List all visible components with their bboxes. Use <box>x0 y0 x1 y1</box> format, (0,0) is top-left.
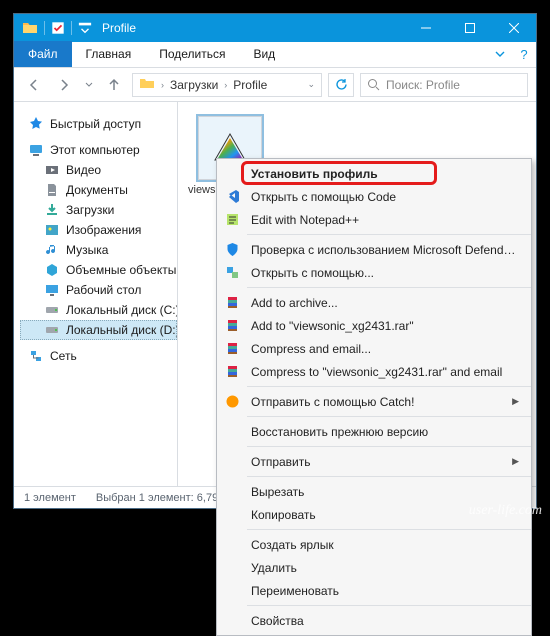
history-dropdown[interactable] <box>82 73 96 97</box>
ctx-restore-version[interactable]: Восстановить прежнюю версию <box>217 420 531 443</box>
chevron-right-icon: › <box>161 80 164 90</box>
desktop-icon <box>44 282 60 298</box>
minimize-button[interactable] <box>404 14 448 42</box>
ctx-shortcut[interactable]: Создать ярлык <box>217 533 531 556</box>
breadcrumb-seg[interactable]: Profile <box>233 78 267 92</box>
search-icon <box>367 78 380 91</box>
breadcrumb-seg[interactable]: Загрузки <box>170 78 218 92</box>
nav-desktop[interactable]: Рабочий стол <box>20 280 177 300</box>
checkbox-icon[interactable] <box>51 21 65 35</box>
dropdown-icon[interactable] <box>78 21 92 35</box>
doc-icon <box>44 182 60 198</box>
status-count: 1 элемент <box>24 492 76 504</box>
back-button[interactable] <box>22 73 46 97</box>
music-icon <box>44 242 60 258</box>
address-bar: › Загрузки › Profile ⌄ Поиск: Profile <box>14 68 536 102</box>
nav-downloads[interactable]: Загрузки <box>20 200 177 220</box>
forward-button[interactable] <box>52 73 76 97</box>
close-button[interactable] <box>492 14 536 42</box>
watermark: user-life.com <box>469 503 542 519</box>
up-button[interactable] <box>102 73 126 97</box>
openwith-icon <box>223 264 241 282</box>
ribbon-tabs: Файл Главная Поделиться Вид ? <box>14 42 536 68</box>
nav-disk-d[interactable]: Локальный диск (D:) <box>20 320 177 340</box>
ribbon-expand-button[interactable] <box>488 41 512 67</box>
tab-share[interactable]: Поделиться <box>145 41 239 67</box>
ctx-notepad[interactable]: Edit with Notepad++ <box>217 208 531 231</box>
ctx-compress-email[interactable]: Compress and email... <box>217 337 531 360</box>
title-bar: Profile <box>14 14 536 42</box>
chevron-down-icon[interactable]: ⌄ <box>307 79 315 90</box>
pc-icon <box>28 142 44 158</box>
drive-icon <box>44 302 60 318</box>
nav-disk-c[interactable]: Локальный диск (C:) <box>20 300 177 320</box>
ctx-cut[interactable]: Вырезать <box>217 480 531 503</box>
vscode-icon <box>223 188 241 206</box>
chevron-right-icon: ▶ <box>512 396 519 407</box>
ctx-open-with[interactable]: Открыть с помощью... <box>217 261 531 284</box>
ctx-send-to[interactable]: Отправить▶ <box>217 450 531 473</box>
ctx-add-archive[interactable]: Add to archive... <box>217 291 531 314</box>
star-icon <box>28 116 44 132</box>
ctx-rename[interactable]: Переименовать <box>217 579 531 602</box>
ctx-install-profile[interactable]: Установить профиль <box>217 162 531 185</box>
cube-icon <box>44 262 60 278</box>
ctx-compress-to-email[interactable]: Compress to "viewsonic_xg2431.rar" and e… <box>217 360 531 383</box>
folder-icon <box>22 20 38 36</box>
status-selection: Выбран 1 элемент: 6,79 КБ <box>96 492 235 504</box>
chevron-right-icon: ▶ <box>512 456 519 467</box>
maximize-button[interactable] <box>448 14 492 42</box>
winrar-icon <box>223 317 241 335</box>
tab-home[interactable]: Главная <box>72 41 146 67</box>
download-icon <box>44 202 60 218</box>
breadcrumb-bar[interactable]: › Загрузки › Profile ⌄ <box>132 73 322 97</box>
ctx-properties[interactable]: Свойства <box>217 609 531 632</box>
chevron-right-icon: › <box>224 80 227 90</box>
ctx-open-code[interactable]: Открыть с помощью Code <box>217 185 531 208</box>
refresh-button[interactable] <box>328 73 354 97</box>
winrar-icon <box>223 340 241 358</box>
pictures-icon <box>44 222 60 238</box>
video-icon <box>44 162 60 178</box>
ctx-catch-send[interactable]: Отправить с помощью Catch!▶ <box>217 390 531 413</box>
tab-file[interactable]: Файл <box>14 41 72 67</box>
ctx-defender[interactable]: Проверка с использованием Microsoft Defe… <box>217 238 531 261</box>
shield-icon <box>223 241 241 259</box>
tab-view[interactable]: Вид <box>239 41 289 67</box>
context-menu: Установить профиль Открыть с помощью Cod… <box>216 158 532 636</box>
catch-icon <box>223 393 241 411</box>
network-icon <box>28 348 44 364</box>
nav-tree[interactable]: Быстрый доступ Этот компьютер Видео Доку… <box>14 102 178 486</box>
nav-pictures[interactable]: Изображения <box>20 220 177 240</box>
ctx-add-rar[interactable]: Add to "viewsonic_xg2431.rar" <box>217 314 531 337</box>
nav-documents[interactable]: Документы <box>20 180 177 200</box>
window-title: Profile <box>102 21 136 35</box>
help-button[interactable]: ? <box>512 41 536 67</box>
search-input[interactable]: Поиск: Profile <box>360 73 528 97</box>
winrar-icon <box>223 363 241 381</box>
nav-videos[interactable]: Видео <box>20 160 177 180</box>
winrar-icon <box>223 294 241 312</box>
drive-icon <box>44 322 60 338</box>
ctx-delete[interactable]: Удалить <box>217 556 531 579</box>
nav-this-pc[interactable]: Этот компьютер <box>20 140 177 160</box>
nav-network[interactable]: Сеть <box>20 346 177 366</box>
folder-small-icon <box>139 75 155 94</box>
search-placeholder: Поиск: Profile <box>386 78 460 92</box>
nav-music[interactable]: Музыка <box>20 240 177 260</box>
nav-3d-objects[interactable]: Объемные объекты <box>20 260 177 280</box>
notepadpp-icon <box>223 211 241 229</box>
nav-quick-access[interactable]: Быстрый доступ <box>20 114 177 134</box>
